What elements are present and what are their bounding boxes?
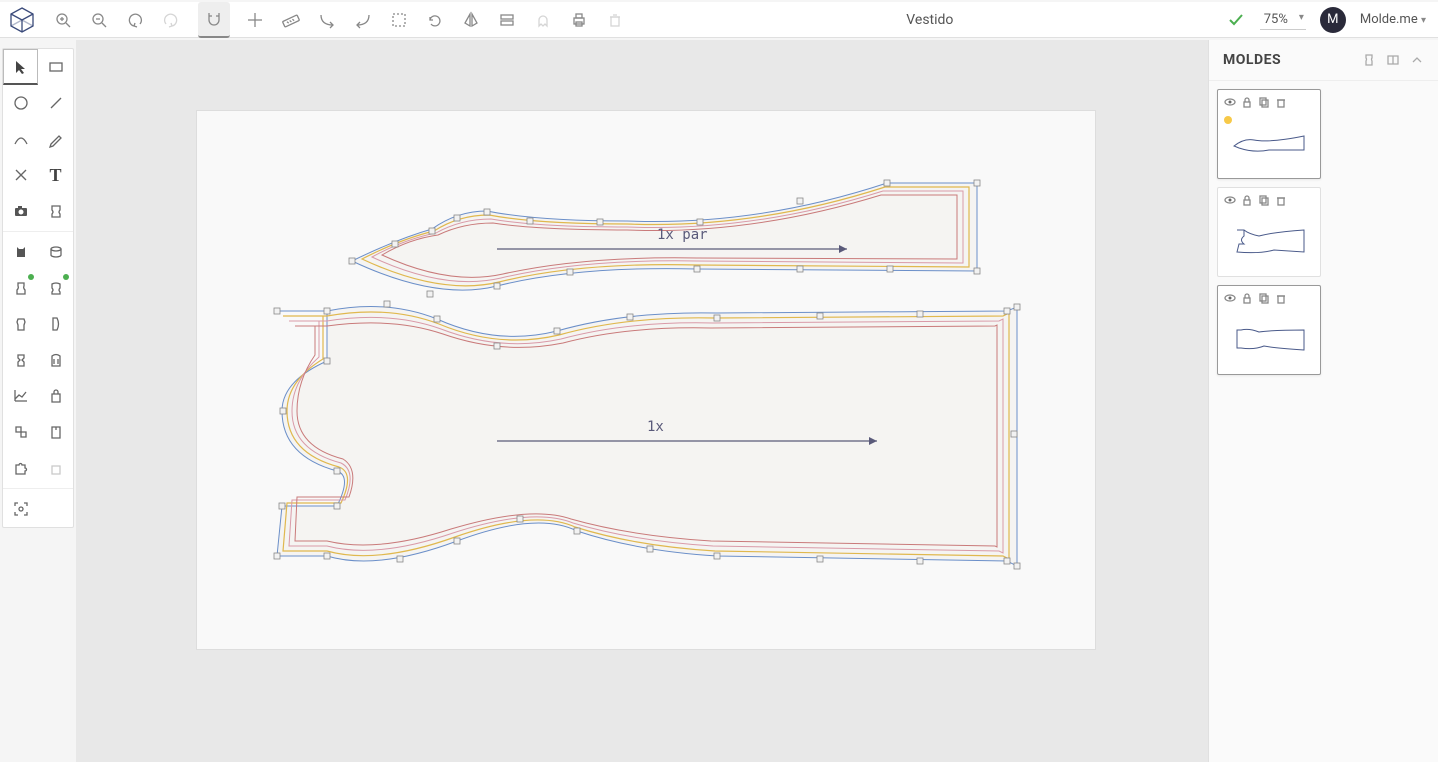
trash-icon[interactable] — [604, 9, 626, 31]
trash-icon[interactable] — [1275, 96, 1287, 108]
curve-left-icon[interactable] — [316, 9, 338, 31]
graph-tool[interactable] — [3, 378, 38, 414]
pattern-f-tool[interactable] — [38, 342, 73, 378]
duplicate-icon[interactable] — [1258, 96, 1270, 108]
crosshair-icon[interactable] — [244, 9, 266, 31]
camera-tool[interactable] — [3, 193, 38, 229]
pattern-e-tool[interactable] — [3, 342, 38, 378]
body-pattern[interactable]: 1x — [274, 301, 1020, 569]
thumb-preview — [1224, 114, 1314, 172]
pattern-outline-tool[interactable] — [38, 193, 73, 229]
ruler-icon[interactable] — [280, 9, 302, 31]
circle-tool[interactable] — [3, 85, 38, 121]
save-status-check-icon — [1226, 10, 1246, 30]
zoom-out-icon[interactable] — [88, 9, 110, 31]
lock-icon[interactable] — [1241, 292, 1253, 304]
pattern-d-tool[interactable] — [38, 306, 73, 342]
zoom-group — [44, 9, 190, 31]
notch-tool[interactable] — [38, 414, 73, 450]
empty-tool — [38, 491, 73, 527]
trash-icon[interactable] — [1275, 292, 1287, 304]
thumb-preview — [1224, 310, 1314, 368]
thumb-body-half[interactable] — [1217, 187, 1321, 277]
print-icon[interactable] — [568, 9, 590, 31]
canvas[interactable]: 1x par — [76, 40, 1208, 762]
ghost-icon[interactable] — [532, 9, 554, 31]
moldes-panel: MOLDES — [1208, 40, 1438, 762]
sleeve-pattern[interactable]: 1x par — [349, 180, 980, 297]
text-tool[interactable]: T — [38, 157, 73, 193]
pencil-tool[interactable] — [38, 121, 73, 157]
pattern-b-tool[interactable] — [38, 270, 73, 306]
bodice-tool[interactable] — [3, 234, 38, 270]
right-controls: 75% M Molde.me ▾ — [1226, 7, 1438, 33]
layers-icon[interactable] — [496, 9, 518, 31]
duplicate-icon[interactable] — [1258, 194, 1270, 206]
trash-icon[interactable] — [1275, 194, 1287, 206]
app-logo[interactable] — [8, 6, 36, 34]
panel-collapse-icon[interactable] — [1410, 53, 1424, 67]
delete-tool[interactable] — [3, 157, 38, 193]
puzzle-tool[interactable] — [3, 450, 38, 486]
zoom-dropdown[interactable]: 75% — [1260, 10, 1306, 30]
export-tool[interactable] — [38, 450, 73, 486]
artboard[interactable]: 1x par — [196, 110, 1096, 650]
cylinder-tool[interactable] — [38, 234, 73, 270]
thumbnails — [1209, 81, 1438, 383]
mirror-icon[interactable] — [460, 9, 482, 31]
redo-icon[interactable] — [160, 9, 182, 31]
thumb-sleeve[interactable] — [1217, 89, 1321, 179]
duplicate-icon[interactable] — [1258, 292, 1270, 304]
lock-icon[interactable] — [1241, 194, 1253, 206]
curve-right-icon[interactable] — [352, 9, 374, 31]
panel-pieces-icon[interactable] — [1386, 53, 1400, 67]
user-menu[interactable]: Molde.me ▾ — [1360, 12, 1426, 27]
lock-icon[interactable] — [1241, 96, 1253, 108]
left-toolbar: T — [2, 48, 74, 528]
pattern-drawing[interactable]: 1x par — [197, 111, 1097, 651]
panel-pattern-icon[interactable] — [1362, 53, 1376, 67]
magnet-icon[interactable] — [198, 2, 230, 38]
curve-tool[interactable] — [3, 121, 38, 157]
top-toolbar: Vestido 75% M Molde.me ▾ — [0, 2, 1438, 38]
body-label: 1x — [647, 419, 664, 435]
status-dot — [1224, 116, 1232, 124]
visibility-icon[interactable] — [1224, 194, 1236, 206]
document-title: Vestido — [634, 12, 1226, 28]
panel-header: MOLDES — [1209, 40, 1438, 81]
snap-group — [190, 2, 634, 38]
pattern-c-tool[interactable] — [3, 306, 38, 342]
thumb-body-full[interactable] — [1217, 285, 1321, 375]
pattern-a-tool[interactable] — [3, 270, 38, 306]
pieces-tool[interactable] — [3, 414, 38, 450]
marquee-icon[interactable] — [388, 9, 410, 31]
focus-tool[interactable] — [3, 491, 38, 527]
sleeve-label: 1x par — [657, 227, 708, 243]
user-avatar[interactable]: M — [1320, 7, 1346, 33]
zoom-in-icon[interactable] — [52, 9, 74, 31]
select-tool[interactable] — [3, 49, 38, 85]
bag-tool[interactable] — [38, 378, 73, 414]
rectangle-tool[interactable] — [38, 49, 73, 85]
line-tool[interactable] — [38, 85, 73, 121]
refresh-icon[interactable] — [424, 9, 446, 31]
visibility-icon[interactable] — [1224, 292, 1236, 304]
visibility-icon[interactable] — [1224, 96, 1236, 108]
panel-title: MOLDES — [1223, 52, 1281, 68]
thumb-preview — [1224, 212, 1314, 270]
undo-icon[interactable] — [124, 9, 146, 31]
